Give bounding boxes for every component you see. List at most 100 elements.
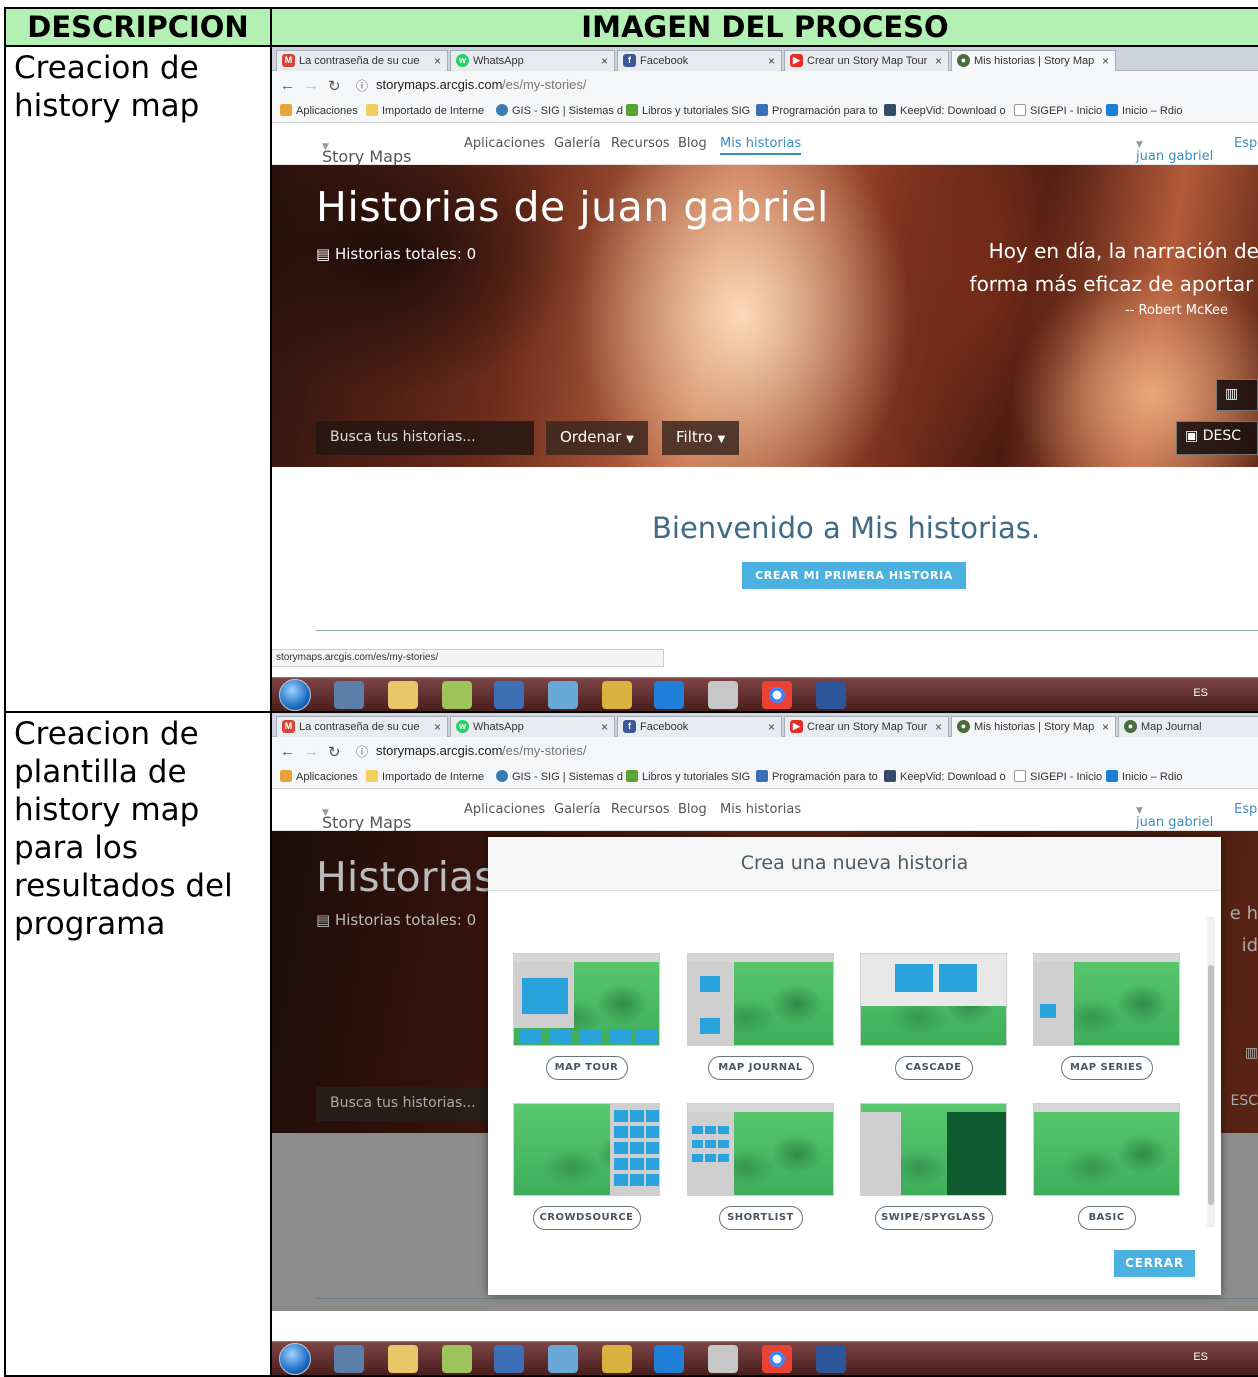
arcmap-icon[interactable] (442, 1345, 472, 1373)
shortlist-button[interactable]: SHORTLIST (718, 1206, 803, 1230)
language-menu[interactable]: Esp (1234, 136, 1257, 151)
template-map-series[interactable]: MAP SERIES (1033, 953, 1180, 1080)
template-map-journal[interactable]: MAP JOURNAL (687, 953, 834, 1080)
search-input[interactable]: Busca tus historias... (316, 421, 534, 455)
snipping-icon[interactable] (708, 1345, 738, 1373)
map-series-button[interactable]: MAP SERIES (1060, 1056, 1153, 1080)
bookmark-rdio[interactable]: Inicio – Rdio (1106, 770, 1183, 783)
media-icon[interactable] (494, 1345, 524, 1373)
template-swipe-spyglass[interactable]: SWIPE/SPYGLASS (860, 1103, 1007, 1230)
reload-icon[interactable]: ↻ (328, 77, 341, 95)
language-indicator[interactable]: ES (1193, 687, 1208, 699)
swipe-spyglass-button[interactable]: SWIPE/SPYGLASS (874, 1206, 993, 1230)
search-input[interactable]: Busca tus historias... (316, 1087, 496, 1121)
bookmark-rdio[interactable]: Inicio – Rdio (1106, 104, 1183, 117)
close-icon[interactable]: × (768, 51, 775, 71)
tab-youtube[interactable]: ▶ Crear un Story Map Tour × (784, 50, 949, 72)
tab-facebook[interactable]: f Facebook × (617, 716, 782, 738)
ie-icon[interactable] (654, 1345, 684, 1373)
close-icon[interactable]: × (601, 51, 608, 71)
close-icon[interactable]: × (1102, 51, 1109, 71)
nav-aplicaciones[interactable]: Aplicaciones (464, 136, 545, 151)
bookmark-libros[interactable]: Libros y tutoriales SIG (626, 770, 750, 783)
word-icon[interactable] (816, 681, 846, 709)
arcmap-icon[interactable] (442, 681, 472, 709)
language-menu[interactable]: Esp (1234, 802, 1257, 817)
back-icon[interactable]: ← (280, 743, 295, 760)
bookmark-gis[interactable]: GIS - SIG | Sistemas d (496, 770, 623, 783)
close-icon[interactable]: × (434, 717, 441, 737)
user-menu[interactable]: juan gabriel ▼ (1136, 136, 1213, 164)
address-bar[interactable]: ← → ↻ ⓘ storymaps.arcgis.com /es/my-stor… (273, 71, 1257, 99)
bookmark-folder[interactable]: Importado de Interne (366, 770, 484, 783)
bookmark-programacion[interactable]: Programación para to (756, 104, 878, 117)
close-button[interactable]: CERRAR (1114, 1250, 1195, 1277)
describe-button[interactable]: ▣ DESC (1176, 421, 1257, 455)
nav-blog[interactable]: Blog (678, 802, 707, 817)
arccatalog-icon[interactable] (602, 1345, 632, 1373)
cascade-button[interactable]: CASCADE (894, 1056, 973, 1080)
forward-icon[interactable]: → (304, 77, 319, 94)
map-journal-button[interactable]: MAP JOURNAL (707, 1056, 814, 1080)
nav-galeria[interactable]: Galería (554, 136, 601, 151)
ie-icon[interactable] (654, 681, 684, 709)
forward-icon[interactable]: → (304, 743, 319, 760)
bookmark-folder[interactable]: Importado de Interne (366, 104, 484, 117)
tab-gmail[interactable]: M La contraseña de su cue × (276, 50, 448, 72)
basic-button[interactable]: BASIC (1077, 1206, 1136, 1230)
crowdsource-button[interactable]: CROWDSOURCE (532, 1206, 641, 1230)
search-icon[interactable] (548, 681, 578, 709)
brand-menu[interactable]: Story Maps ▼ (322, 134, 411, 166)
nav-aplicaciones[interactable]: Aplicaciones (464, 802, 545, 817)
bookmark-sigepi[interactable]: SIGEPI - Inicio (1014, 104, 1102, 117)
template-crowdsource[interactable]: CROWDSOURCE (513, 1103, 660, 1230)
bookmark-libros[interactable]: Libros y tutoriales SIG (626, 104, 750, 117)
bookmark-keepvid[interactable]: KeepVid: Download o (884, 104, 1006, 117)
chrome-icon[interactable] (762, 1345, 792, 1373)
tab-facebook[interactable]: f Facebook × (617, 50, 782, 72)
close-icon[interactable]: × (1102, 717, 1109, 737)
brand-menu[interactable]: Story Maps ▼ (322, 800, 411, 832)
tab-map-journal[interactable]: ● Map Journal (1118, 716, 1257, 738)
chrome-icon[interactable] (762, 681, 792, 709)
tab-youtube[interactable]: ▶ Crear un Story Map Tour × (784, 716, 949, 738)
filter-dropdown[interactable]: Filtro ▼ (662, 421, 740, 455)
nav-mis-historias[interactable]: Mis historias (720, 136, 802, 155)
postgres-icon[interactable] (334, 1345, 364, 1373)
back-icon[interactable]: ← (280, 77, 295, 94)
start-button[interactable] (279, 679, 311, 710)
nav-recursos[interactable]: Recursos (611, 802, 670, 817)
start-button[interactable] (279, 1343, 311, 1374)
bookmark-programacion[interactable]: Programación para to (756, 770, 878, 783)
bookmark-apps[interactable]: Aplicaciones (280, 104, 358, 117)
arccatalog-icon[interactable] (602, 681, 632, 709)
create-first-story-button[interactable]: CREAR MI PRIMERA HISTORIA (742, 562, 966, 589)
media-icon[interactable] (494, 681, 524, 709)
address-bar[interactable]: ← → ↻ ⓘ storymaps.arcgis.com /es/my-stor… (273, 737, 1257, 765)
bookmark-gis[interactable]: GIS - SIG | Sistemas d (496, 104, 623, 117)
close-icon[interactable]: × (935, 51, 942, 71)
snipping-icon[interactable] (708, 681, 738, 709)
tab-gmail[interactable]: M La contraseña de su cue × (276, 716, 448, 738)
map-tour-button[interactable]: MAP TOUR (545, 1056, 628, 1080)
language-indicator[interactable]: ES (1193, 1351, 1208, 1363)
bookmark-sigepi[interactable]: SIGEPI - Inicio (1014, 770, 1102, 783)
tab-mis-historias[interactable]: ● Mis historias | Story Map × (951, 716, 1116, 738)
tab-whatsapp[interactable]: w WhatsApp × (450, 716, 615, 738)
close-icon[interactable]: × (601, 717, 608, 737)
map-icon-button[interactable]: ▥ (1216, 379, 1257, 411)
template-basic[interactable]: BASIC (1033, 1103, 1180, 1230)
nav-galeria[interactable]: Galería (554, 802, 601, 817)
postgres-icon[interactable] (334, 681, 364, 709)
word-icon[interactable] (816, 1345, 846, 1373)
nav-mis-historias[interactable]: Mis historias (720, 802, 801, 817)
template-shortlist[interactable]: SHORTLIST (687, 1103, 834, 1230)
reload-icon[interactable]: ↻ (328, 743, 341, 761)
template-map-tour[interactable]: MAP TOUR (513, 953, 660, 1080)
bookmark-keepvid[interactable]: KeepVid: Download o (884, 770, 1006, 783)
close-icon[interactable]: × (935, 717, 942, 737)
user-menu[interactable]: juan gabriel ▼ (1136, 802, 1213, 830)
nav-recursos[interactable]: Recursos (611, 136, 670, 151)
search-icon[interactable] (548, 1345, 578, 1373)
close-icon[interactable]: × (434, 51, 441, 71)
